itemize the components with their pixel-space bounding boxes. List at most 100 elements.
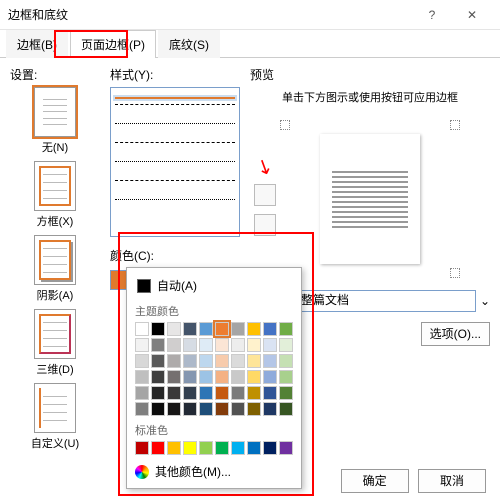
color-swatch[interactable] [247,386,261,400]
style-option[interactable] [115,142,235,156]
color-swatch[interactable] [151,354,165,368]
color-swatch[interactable] [247,322,261,336]
color-swatch[interactable] [135,370,149,384]
color-swatch[interactable] [263,386,277,400]
help-button[interactable]: ? [412,8,452,22]
style-option[interactable] [115,199,235,213]
color-swatch[interactable] [279,322,293,336]
options-button[interactable]: 选项(O)... [421,322,490,346]
color-swatch[interactable] [247,441,261,455]
color-swatch[interactable] [199,402,213,416]
color-swatch[interactable] [231,402,245,416]
color-swatch[interactable] [263,354,277,368]
color-swatch[interactable] [151,441,165,455]
setting-3d[interactable]: 三维(D) [10,309,100,377]
color-swatch[interactable] [199,322,213,336]
color-swatch[interactable] [167,370,181,384]
color-swatch[interactable] [279,402,293,416]
setting-custom[interactable]: 自定义(U) [10,383,100,451]
color-swatch[interactable] [215,402,229,416]
color-swatch[interactable] [247,338,261,352]
color-swatch[interactable] [215,322,229,336]
color-swatch[interactable] [167,386,181,400]
color-swatch[interactable] [279,370,293,384]
color-swatch[interactable] [135,338,149,352]
color-swatch[interactable] [263,322,277,336]
setting-box[interactable]: 方框(X) [10,161,100,229]
tab-borders[interactable]: 边框(B) [6,30,68,58]
color-swatch[interactable] [247,354,261,368]
color-swatch[interactable] [231,370,245,384]
color-swatch[interactable] [231,441,245,455]
color-auto[interactable]: 自动(A) [135,274,293,297]
color-swatch[interactable] [151,402,165,416]
color-swatch[interactable] [231,338,245,352]
color-swatch[interactable] [199,338,213,352]
page-preview[interactable] [320,134,420,264]
color-swatch[interactable] [247,370,261,384]
color-swatch[interactable] [167,322,181,336]
color-swatch[interactable] [151,386,165,400]
edge-left-button[interactable] [254,214,276,236]
style-option[interactable] [115,161,235,175]
more-colors[interactable]: 其他颜色(M)... [135,463,293,480]
color-swatch[interactable] [199,370,213,384]
color-swatch[interactable] [135,402,149,416]
edge-top-button[interactable] [254,184,276,206]
style-option[interactable] [115,104,235,118]
color-swatch[interactable] [183,441,197,455]
color-swatch[interactable] [279,338,293,352]
preview-area: ↘ [250,114,490,284]
color-swatch[interactable] [167,402,181,416]
color-swatch[interactable] [263,338,277,352]
style-option[interactable] [115,123,235,137]
ok-button[interactable]: 确定 [341,469,409,493]
color-swatch[interactable] [215,370,229,384]
color-swatch[interactable] [263,441,277,455]
color-swatch[interactable] [183,322,197,336]
chevron-down-icon[interactable]: ⌄ [480,294,490,308]
color-swatch[interactable] [183,402,197,416]
color-swatch[interactable] [167,354,181,368]
color-swatch[interactable] [183,370,197,384]
color-swatch[interactable] [135,322,149,336]
color-swatch[interactable] [167,338,181,352]
tab-shading[interactable]: 底纹(S) [158,30,220,58]
color-swatch[interactable] [279,386,293,400]
color-swatch[interactable] [231,322,245,336]
tab-page-border[interactable]: 页面边框(P) [70,30,156,58]
style-listbox[interactable] [110,87,240,237]
color-swatch[interactable] [247,402,261,416]
apply-to-select[interactable]: 整篇文档 [296,290,476,312]
preview-hint: 单击下方图示或使用按钮可应用边框 [250,91,490,106]
color-swatch[interactable] [215,386,229,400]
color-swatch[interactable] [279,441,293,455]
color-swatch[interactable] [215,441,229,455]
color-swatch[interactable] [263,370,277,384]
style-option[interactable] [115,97,235,99]
setting-shadow[interactable]: 阴影(A) [10,235,100,303]
color-swatch[interactable] [135,386,149,400]
color-swatch[interactable] [183,386,197,400]
cancel-button[interactable]: 取消 [418,469,486,493]
color-swatch[interactable] [215,354,229,368]
color-swatch[interactable] [151,322,165,336]
color-swatch[interactable] [199,441,213,455]
color-swatch[interactable] [231,386,245,400]
color-swatch[interactable] [135,354,149,368]
color-swatch[interactable] [199,354,213,368]
color-swatch[interactable] [231,354,245,368]
color-swatch[interactable] [199,386,213,400]
color-swatch[interactable] [151,338,165,352]
color-swatch[interactable] [215,338,229,352]
color-swatch[interactable] [183,338,197,352]
color-swatch[interactable] [183,354,197,368]
style-option[interactable] [115,180,235,194]
color-swatch[interactable] [151,370,165,384]
color-swatch[interactable] [135,441,149,455]
close-button[interactable]: ✕ [452,8,492,22]
color-swatch[interactable] [279,354,293,368]
setting-none[interactable]: 无(N) [10,87,100,155]
color-swatch[interactable] [167,441,181,455]
color-swatch[interactable] [263,402,277,416]
